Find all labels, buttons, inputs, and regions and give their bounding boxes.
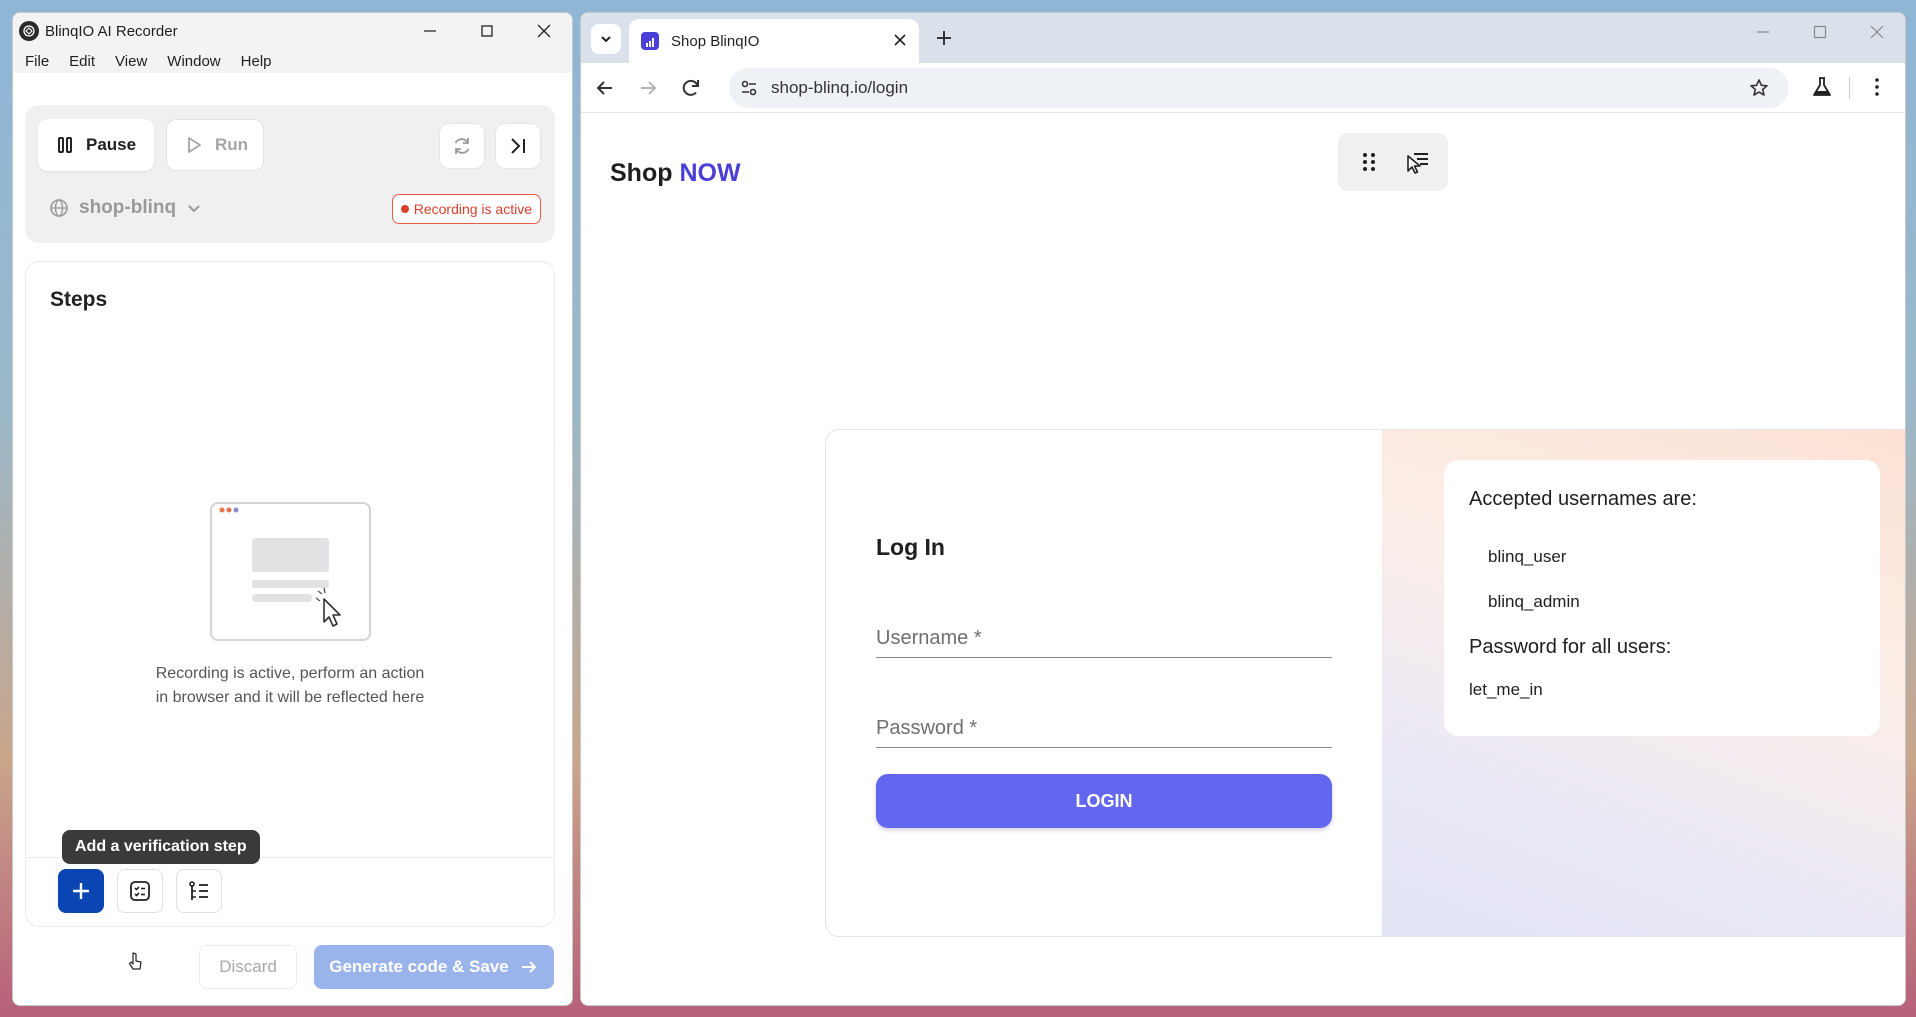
menu-bar: File Edit View Window Help xyxy=(13,49,572,73)
list-tree-icon xyxy=(189,881,208,900)
browser-close-button[interactable] xyxy=(1848,13,1905,51)
bookmark-star-icon[interactable] xyxy=(1749,78,1769,98)
web-page: Shop NOW Log In Username * Password * LO… xyxy=(581,113,1905,1005)
maximize-button[interactable] xyxy=(458,13,515,49)
labs-flask-icon[interactable] xyxy=(1811,76,1833,98)
drag-handle-icon[interactable] xyxy=(1356,149,1382,175)
login-card: Log In Username * Password * LOGIN Accep… xyxy=(825,429,1905,937)
username-input[interactable]: Username * xyxy=(876,618,1332,658)
browser-window: Shop BlinqIO shop-blinq.io/login Shop NO… xyxy=(580,12,1906,1006)
recorder-body: Pause Run shop-blinq Recording is active xyxy=(13,73,572,1005)
steps-title: Steps xyxy=(50,288,108,311)
login-form: Log In Username * Password * LOGIN xyxy=(826,430,1382,936)
recording-controls: Pause Run shop-blinq Recording is active xyxy=(25,105,555,243)
arrow-right-icon xyxy=(521,961,537,973)
new-tab-icon[interactable] xyxy=(934,28,954,48)
site-name: shop-blinq xyxy=(79,197,177,218)
shop-logo[interactable]: Shop NOW xyxy=(610,159,741,188)
brand-prefix: Shop xyxy=(610,159,673,187)
tab-shop-blinqio[interactable]: Shop BlinqIO xyxy=(629,19,919,63)
toolbar-separator xyxy=(1849,77,1850,99)
inspect-element-icon[interactable] xyxy=(1405,149,1431,175)
login-title: Log In xyxy=(876,534,945,560)
tab-title: Shop BlinqIO xyxy=(671,32,760,50)
menu-file[interactable]: File xyxy=(15,53,59,70)
plus-icon xyxy=(73,883,89,899)
generate-code-save-button[interactable]: Generate code & Save xyxy=(314,945,554,989)
recording-status-text: Recording is active xyxy=(413,201,532,217)
skip-to-end-button[interactable] xyxy=(495,123,541,169)
more-menu-icon[interactable] xyxy=(1866,76,1888,98)
username-item: blinq_admin xyxy=(1488,592,1580,611)
add-verification-step-button[interactable] xyxy=(117,869,163,913)
forward-arrow-icon[interactable] xyxy=(636,76,660,100)
url-text: shop-blinq.io/login xyxy=(771,78,909,97)
empty-state-line-1: Recording is active, perform an action xyxy=(155,665,425,682)
favicon-icon xyxy=(641,32,659,50)
menu-window[interactable]: Window xyxy=(157,53,230,70)
site-info-icon[interactable] xyxy=(739,78,759,98)
run-label: Run xyxy=(215,135,249,154)
brand-accent: NOW xyxy=(679,159,741,187)
menu-view[interactable]: View xyxy=(105,53,157,70)
steps-panel: Steps Recording is active, perform an ac… xyxy=(25,261,555,927)
play-icon xyxy=(188,137,201,153)
discard-button[interactable]: Discard xyxy=(199,945,297,989)
recorder-window-title: BlinqIO AI Recorder xyxy=(45,22,178,40)
chevron-down-icon xyxy=(601,36,611,43)
minimize-button[interactable] xyxy=(401,13,458,49)
skip-end-icon xyxy=(511,138,525,154)
browser-toolbar: shop-blinq.io/login xyxy=(581,63,1905,113)
tooltip: Add a verification step xyxy=(62,830,260,864)
password-heading: Password for all users: xyxy=(1469,636,1672,658)
credentials-info-card: Accepted usernames are: blinq_user blinq… xyxy=(1444,460,1880,736)
tab-close-icon[interactable] xyxy=(893,33,907,47)
tab-strip: Shop BlinqIO xyxy=(581,13,1905,63)
empty-state-illustration xyxy=(210,502,371,641)
browser-maximize-button[interactable] xyxy=(1791,13,1848,51)
refresh-button[interactable] xyxy=(439,123,485,169)
credentials-panel: Accepted usernames are: blinq_user blinq… xyxy=(1382,430,1905,936)
recorder-window: BlinqIO AI Recorder File Edit View Windo… xyxy=(12,12,573,1006)
checklist-icon xyxy=(130,881,150,901)
recording-dot-icon xyxy=(400,205,409,213)
blinqio-logo-icon xyxy=(19,21,39,41)
recording-status-badge: Recording is active xyxy=(391,194,541,224)
step-tree-button[interactable] xyxy=(176,869,222,913)
login-button[interactable]: LOGIN xyxy=(876,774,1332,828)
menu-edit[interactable]: Edit xyxy=(59,53,105,70)
address-bar[interactable]: shop-blinq.io/login xyxy=(729,68,1789,108)
back-arrow-icon[interactable] xyxy=(593,76,617,100)
password-value: let_me_in xyxy=(1469,680,1543,699)
reload-icon[interactable] xyxy=(679,76,703,100)
site-selector[interactable]: shop-blinq xyxy=(49,197,202,219)
password-input[interactable]: Password * xyxy=(876,708,1332,748)
generate-label: Generate code & Save xyxy=(329,957,509,976)
close-button[interactable] xyxy=(515,13,572,49)
recorder-floating-toolbar xyxy=(1338,133,1448,191)
refresh-icon xyxy=(454,138,470,154)
empty-state-line-2: in browser and it will be reflected here xyxy=(155,689,425,706)
username-item: blinq_user xyxy=(1488,547,1567,566)
menu-help[interactable]: Help xyxy=(231,53,282,70)
chevron-down-icon xyxy=(188,205,200,213)
run-button[interactable]: Run xyxy=(166,119,264,171)
tab-search-button[interactable] xyxy=(591,24,621,54)
recorder-titlebar: BlinqIO AI Recorder xyxy=(13,13,572,49)
add-step-button[interactable] xyxy=(58,869,104,913)
pause-icon xyxy=(58,137,72,153)
pause-button[interactable]: Pause xyxy=(38,119,154,171)
empty-state-message: Recording is active, perform an action i… xyxy=(26,662,554,710)
accepted-usernames-heading: Accepted usernames are: xyxy=(1469,488,1697,510)
browser-minimize-button[interactable] xyxy=(1734,13,1791,51)
globe-icon xyxy=(50,199,68,217)
mouse-cursor-icon xyxy=(128,952,142,970)
pause-label: Pause xyxy=(86,135,137,154)
